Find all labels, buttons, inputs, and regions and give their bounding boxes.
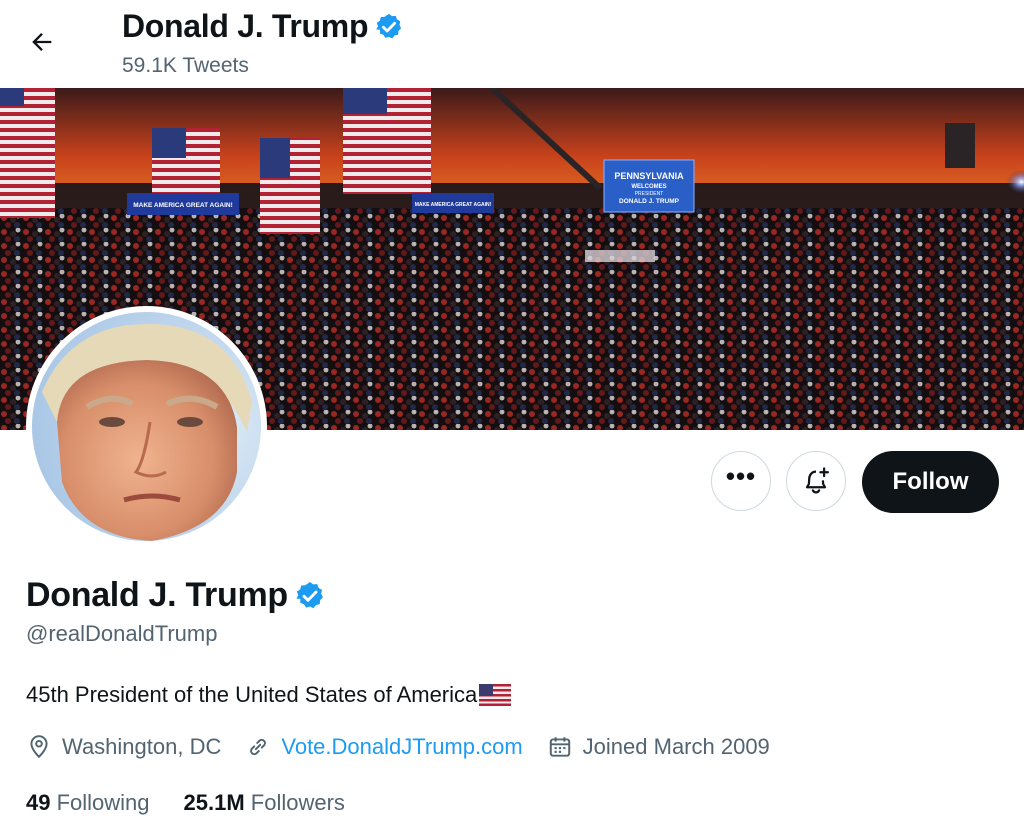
banner-sign-mid: MAKE AMERICA GREAT AGAIN! (415, 202, 492, 208)
website-link[interactable]: Vote.DonaldJTrump.com (281, 734, 522, 760)
profile-name-text: Donald J. Trump (26, 576, 288, 614)
more-options-button[interactable]: ••• (711, 451, 771, 511)
screen-line-1: PENNSYLVANIA (614, 171, 684, 181)
screen-line-4: DONALD J. TRUMP (619, 198, 680, 205)
calendar-icon (547, 734, 573, 760)
profile-meta: Washington, DC Vote.DonaldJTrump.com Joi… (26, 734, 794, 760)
profile-handle: @realDonaldTrump (26, 621, 218, 646)
more-icon: ••• (725, 460, 757, 491)
followers-count: 25.1M (183, 790, 251, 815)
notify-button[interactable] (786, 451, 846, 511)
link-icon (245, 734, 271, 760)
website-item: Vote.DonaldJTrump.com (245, 734, 523, 760)
joined-item: Joined March 2009 (547, 734, 770, 760)
location-item: Washington, DC (26, 734, 221, 760)
tweet-count: 59.1K Tweets (122, 54, 249, 77)
profile-bio: 45th President of the United States of A… (26, 682, 512, 708)
back-button[interactable] (22, 22, 62, 62)
follow-button[interactable]: Follow (862, 451, 999, 513)
bell-plus-icon (805, 467, 829, 494)
profile-avatar[interactable] (26, 306, 267, 547)
following-label: Following (56, 790, 150, 815)
following-count: 49 (26, 790, 57, 815)
followers-stat[interactable]: 25.1M Followers (184, 790, 345, 816)
following-stat[interactable]: 49 Following (26, 790, 150, 816)
joined-text: Joined March 2009 (582, 734, 770, 759)
top-bar: Donald J. Trump 59.1K Tweets (0, 0, 1024, 88)
bio-text: 45th President of the United States of A… (26, 682, 478, 707)
us-flag-icon (479, 684, 512, 706)
profile-stats: 49 Following 25.1M Followers (26, 790, 379, 816)
banner-sign-left: MAKE AMERICA GREAT AGAIN! (133, 202, 233, 209)
location-pin-icon (26, 734, 52, 760)
verified-badge-icon (296, 581, 323, 608)
header-name: Donald J. Trump (122, 8, 369, 44)
profile-name: Donald J. Trump (26, 576, 326, 615)
verified-badge-icon (376, 13, 402, 38)
screen-line-2: WELCOMES (631, 184, 666, 190)
arrow-left-icon (32, 33, 52, 51)
followers-label: Followers (250, 790, 345, 815)
location-text: Washington, DC (62, 734, 222, 759)
header-title: Donald J. Trump (122, 8, 404, 45)
screen-line-3: PRESIDENT (635, 191, 664, 197)
